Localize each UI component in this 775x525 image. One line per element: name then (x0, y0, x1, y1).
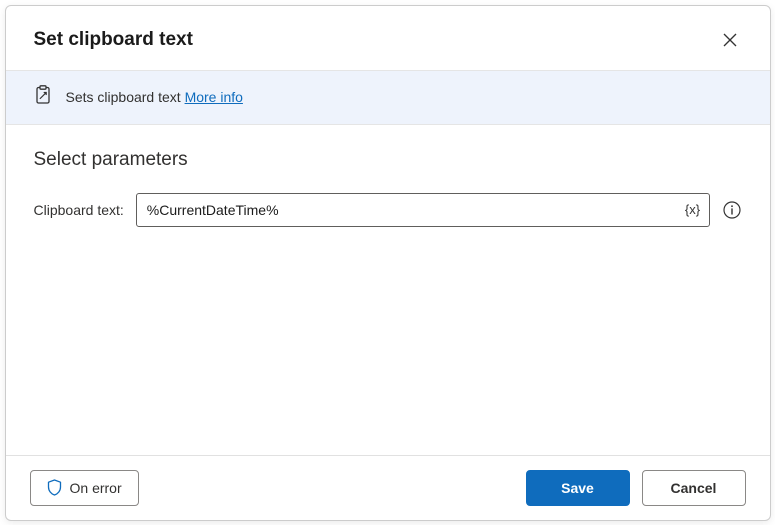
section-heading: Select parameters (34, 149, 742, 171)
dialog-content: Select parameters Clipboard text: {x} (6, 125, 770, 455)
field-clipboard-text: Clipboard text: {x} (34, 193, 742, 227)
dialog-header: Set clipboard text (6, 6, 770, 70)
variable-picker-button[interactable]: {x} (682, 199, 704, 221)
dialog-footer: On error Save Cancel (6, 455, 770, 520)
clipboard-text-wrapper: {x} (136, 193, 710, 227)
dialog-title: Set clipboard text (34, 29, 193, 51)
help-button[interactable] (722, 200, 742, 220)
on-error-button[interactable]: On error (30, 470, 139, 506)
action-buttons: Save Cancel (526, 470, 746, 506)
on-error-label: On error (70, 480, 122, 496)
close-button[interactable] (714, 24, 746, 56)
more-info-link[interactable]: More info (185, 89, 243, 105)
clipboard-text-input[interactable] (136, 193, 710, 227)
banner-text: Sets clipboard text More info (66, 89, 243, 105)
clipboard-text-label: Clipboard text: (34, 202, 124, 218)
dialog: Set clipboard text Sets clipboard text M… (5, 5, 771, 521)
close-icon (723, 33, 737, 47)
save-button[interactable]: Save (526, 470, 630, 506)
cancel-button[interactable]: Cancel (642, 470, 746, 506)
clipboard-icon (34, 85, 52, 110)
info-icon (723, 201, 741, 219)
shield-icon (47, 479, 62, 496)
info-banner: Sets clipboard text More info (6, 70, 770, 125)
variable-icon: {x} (685, 202, 700, 217)
banner-description: Sets clipboard text (66, 89, 181, 105)
